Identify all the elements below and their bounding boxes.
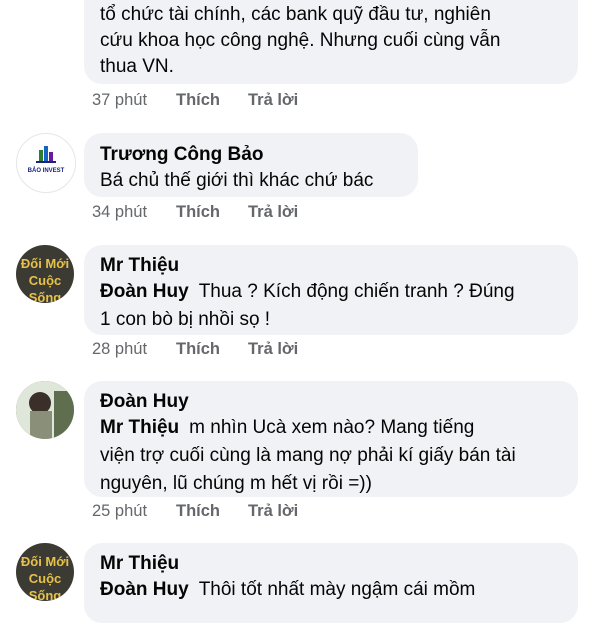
avatar-label: Đối Mới Cuộc Sống bbox=[20, 256, 70, 303]
comment-text: Đoàn Huy Thua ? Kích động chiến tranh ? Đ… bbox=[100, 278, 562, 334]
comment-line: viện trợ cuối cùng là mang nợ phải kí gi… bbox=[100, 445, 516, 466]
commenter-name[interactable]: Mr Thiệu bbox=[100, 552, 562, 576]
like-button[interactable]: Thích bbox=[176, 502, 248, 521]
reply-button[interactable]: Trả lời bbox=[248, 203, 298, 222]
comment-line: nguyên, lũ chúng m hết vị rồi =)) bbox=[100, 473, 372, 494]
comment-meta: 34 phút Thích Trả lời bbox=[92, 203, 298, 222]
avatar-label: BẢO INVEST bbox=[27, 168, 65, 174]
mention-tag[interactable]: Đoàn Huy bbox=[100, 281, 189, 302]
comment-line: tổ chức tài chính, các bank quỹ đầu tư, … bbox=[100, 4, 491, 25]
mention-tag[interactable]: Mr Thiệu bbox=[100, 417, 179, 438]
comment-line: thua VN. bbox=[100, 56, 174, 77]
commenter-name[interactable]: Đoàn Huy bbox=[100, 390, 562, 414]
comment-line: Thôi tốt nhất mày ngậm cái mồm bbox=[198, 579, 476, 600]
reply-button[interactable]: Trả lời bbox=[248, 340, 298, 359]
comment-meta: 37 phút Thích Trả lời bbox=[92, 91, 298, 110]
comment-bubble: Mr Thiệu Đoàn Huy Thua ? Kích động chiến … bbox=[84, 245, 578, 335]
comment-bubble: Đoàn Huy Mr Thiệu m nhìn Ucà xem nào? Man… bbox=[84, 381, 578, 497]
comment-line: 1 con bò bị nhồi sọ ! bbox=[100, 309, 271, 330]
avatar-label: Đối Mới Cuộc Sống bbox=[20, 554, 70, 601]
comment-text: tổ chức tài chính, các bank quỹ đầu tư, … bbox=[100, 2, 562, 80]
mention-tag[interactable]: Đoàn Huy bbox=[100, 579, 189, 600]
avatar[interactable]: Đối Mới Cuộc Sống bbox=[16, 245, 74, 303]
commenter-name[interactable]: Mr Thiệu bbox=[100, 254, 562, 278]
avatar[interactable]: Đối Mới Cuộc Sống bbox=[16, 543, 74, 601]
like-button[interactable]: Thích bbox=[176, 91, 248, 110]
comment-line: m nhìn Ucà xem nào? Mang tiếng bbox=[189, 417, 475, 438]
avatar[interactable]: BẢO INVEST bbox=[16, 133, 76, 193]
avatar[interactable] bbox=[16, 381, 74, 439]
comment-bubble: tổ chức tài chính, các bank quỹ đầu tư, … bbox=[84, 0, 578, 84]
reply-button[interactable]: Trả lời bbox=[248, 502, 298, 521]
like-button[interactable]: Thích bbox=[176, 340, 248, 359]
commenter-name[interactable]: Trương Công Bảo bbox=[100, 143, 402, 167]
bao-invest-logo-icon bbox=[36, 146, 56, 163]
reply-button[interactable]: Trả lời bbox=[248, 91, 298, 110]
person-photo-icon bbox=[16, 381, 74, 439]
comment-text: Bá chủ thế giới thì khác chứ bác bbox=[100, 170, 374, 191]
comment-bubble: Trương Công Bảo Bá chủ thế giới thì khác… bbox=[84, 133, 418, 197]
comment-meta: 25 phút Thích Trả lời bbox=[92, 502, 298, 521]
comment-line: Thua ? Kích động chiến tranh ? Đúng bbox=[198, 281, 515, 302]
comment-time: 37 phút bbox=[92, 91, 148, 109]
like-button[interactable]: Thích bbox=[176, 203, 248, 222]
comment-line: cứu khoa học công nghệ. Nhưng cuối cùng … bbox=[100, 30, 501, 51]
comment-time: 25 phút bbox=[92, 502, 148, 520]
comment-text: Mr Thiệu m nhìn Ucà xem nào? Mang tiếng v… bbox=[100, 414, 562, 498]
comment-time: 28 phút bbox=[92, 340, 148, 358]
comment-bubble: Mr Thiệu Đoàn Huy Thôi tốt nhất mày ngậm … bbox=[84, 543, 578, 623]
comment-time: 34 phút bbox=[92, 203, 148, 221]
comment-meta: 28 phút Thích Trả lời bbox=[92, 340, 298, 359]
